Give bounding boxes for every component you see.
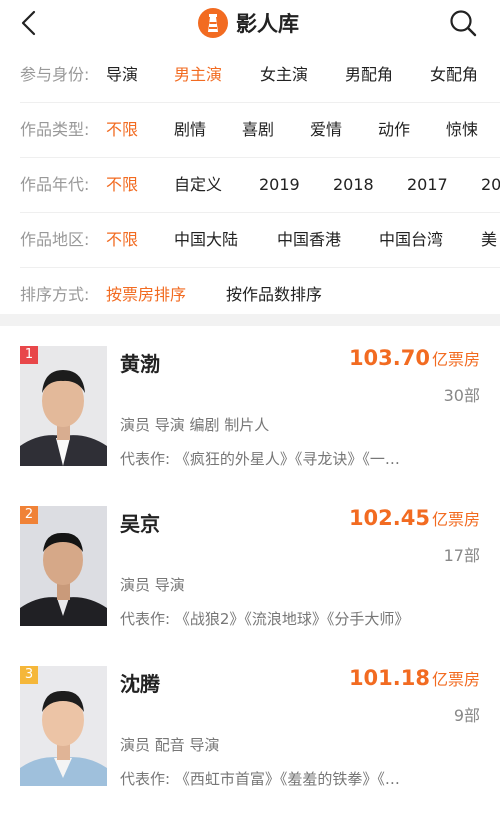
section-divider <box>0 314 500 326</box>
representative-works: 代表作: 《疯狂的外星人》《寻龙诀》《一… <box>120 450 400 468</box>
page-title: 影人库 <box>236 12 299 36</box>
person-name: 黄渤 <box>120 352 160 376</box>
filter-row-identity: 参与身份: 导演 男主演 女主演 男配角 女配角 <box>20 48 500 103</box>
rank-badge: 3 <box>20 666 38 684</box>
box-office-unit: 亿票房 <box>431 350 480 369</box>
header-bar: 影人库 <box>0 0 500 48</box>
search-icon[interactable] <box>448 8 478 38</box>
filter-option-comedy[interactable]: 喜剧 <box>242 103 274 157</box>
works-count: 30部 <box>443 386 480 405</box>
representative-works: 代表作: 《西虹市首富》《羞羞的铁拳》《… <box>120 770 400 788</box>
filter-option-hongkong[interactable]: 中国香港 <box>277 213 341 267</box>
filter-option-action[interactable]: 动作 <box>378 103 410 157</box>
avatar: 3 <box>20 666 107 786</box>
box-office-value: 101.18 <box>348 666 430 690</box>
filter-panel: 参与身份: 导演 男主演 女主演 男配角 女配角 作品类型: 不限 剧情 喜剧 … <box>0 48 500 322</box>
chevron-left-icon[interactable] <box>16 9 44 37</box>
list-item[interactable]: 3 沈腾 101.18 亿票房 9部 演员 配音 导演 代表作: 《西虹市首富》《… <box>0 646 500 796</box>
box-office-value: 103.70 <box>348 346 430 370</box>
rank-badge: 2 <box>20 506 38 524</box>
person-roles: 演员 导演 编剧 制片人 <box>120 416 270 434</box>
filter-row-year: 作品年代: 不限 自定义 2019 2018 2017 20 <box>20 158 500 213</box>
filter-option-any[interactable]: 不限 <box>106 103 138 157</box>
filter-option-2018[interactable]: 2018 <box>333 158 374 212</box>
brand: 影人库 <box>198 6 299 40</box>
filter-label: 参与身份: <box>20 65 90 84</box>
box-office: 101.18 亿票房 <box>349 666 480 690</box>
filter-option-mainland[interactable]: 中国大陆 <box>174 213 238 267</box>
filter-row-region: 作品地区: 不限 中国大陆 中国香港 中国台湾 美 <box>20 213 500 268</box>
filter-label: 作品年代: <box>20 175 90 194</box>
filter-label: 作品类型: <box>20 120 90 139</box>
box-office-unit: 亿票房 <box>431 510 480 529</box>
filter-option-2019[interactable]: 2019 <box>259 158 300 212</box>
filter-option-usa-partial[interactable]: 美 <box>481 213 497 267</box>
person-name: 吴京 <box>120 512 160 536</box>
filter-row-genre: 作品类型: 不限 剧情 喜剧 爱情 动作 惊悚 <box>20 103 500 158</box>
works-count: 17部 <box>443 546 480 565</box>
filter-option-2016-partial[interactable]: 20 <box>481 158 500 212</box>
filter-option-custom[interactable]: 自定义 <box>174 158 222 212</box>
filter-option-any[interactable]: 不限 <box>106 213 138 267</box>
works-count: 9部 <box>453 706 480 725</box>
person-name: 沈腾 <box>120 672 160 696</box>
filter-option-female-lead[interactable]: 女主演 <box>260 48 308 102</box>
filter-label: 作品地区: <box>20 230 90 249</box>
box-office-value: 102.45 <box>348 506 430 530</box>
person-roles: 演员 导演 <box>120 576 185 594</box>
box-office: 103.70 亿票房 <box>349 346 480 370</box>
filter-option-director[interactable]: 导演 <box>106 48 138 102</box>
filter-option-drama[interactable]: 剧情 <box>174 103 206 157</box>
filter-option-male-supporting[interactable]: 男配角 <box>345 48 393 102</box>
filter-option-romance[interactable]: 爱情 <box>310 103 342 157</box>
list-item[interactable]: 1 黄渤 103.70 亿票房 30部 演员 导演 编剧 制片人 代表作: 《疯狂… <box>0 326 500 476</box>
box-office-unit: 亿票房 <box>431 670 480 689</box>
filter-option-taiwan[interactable]: 中国台湾 <box>379 213 443 267</box>
rank-badge: 1 <box>20 346 38 364</box>
avatar: 2 <box>20 506 107 626</box>
filter-option-thriller[interactable]: 惊悚 <box>446 103 478 157</box>
filter-option-female-supporting[interactable]: 女配角 <box>430 48 478 102</box>
person-roles: 演员 配音 导演 <box>120 736 220 754</box>
filter-option-any[interactable]: 不限 <box>106 158 138 212</box>
filter-option-male-lead[interactable]: 男主演 <box>174 48 222 102</box>
lighthouse-logo-icon <box>198 8 228 38</box>
filter-option-2017[interactable]: 2017 <box>407 158 448 212</box>
avatar: 1 <box>20 346 107 466</box>
representative-works: 代表作: 《战狼2》《流浪地球》《分手大师》 <box>120 610 410 628</box>
list-item[interactable]: 2 吴京 102.45 亿票房 17部 演员 导演 代表作: 《战狼2》《流浪地球… <box>0 486 500 636</box>
box-office: 102.45 亿票房 <box>349 506 480 530</box>
